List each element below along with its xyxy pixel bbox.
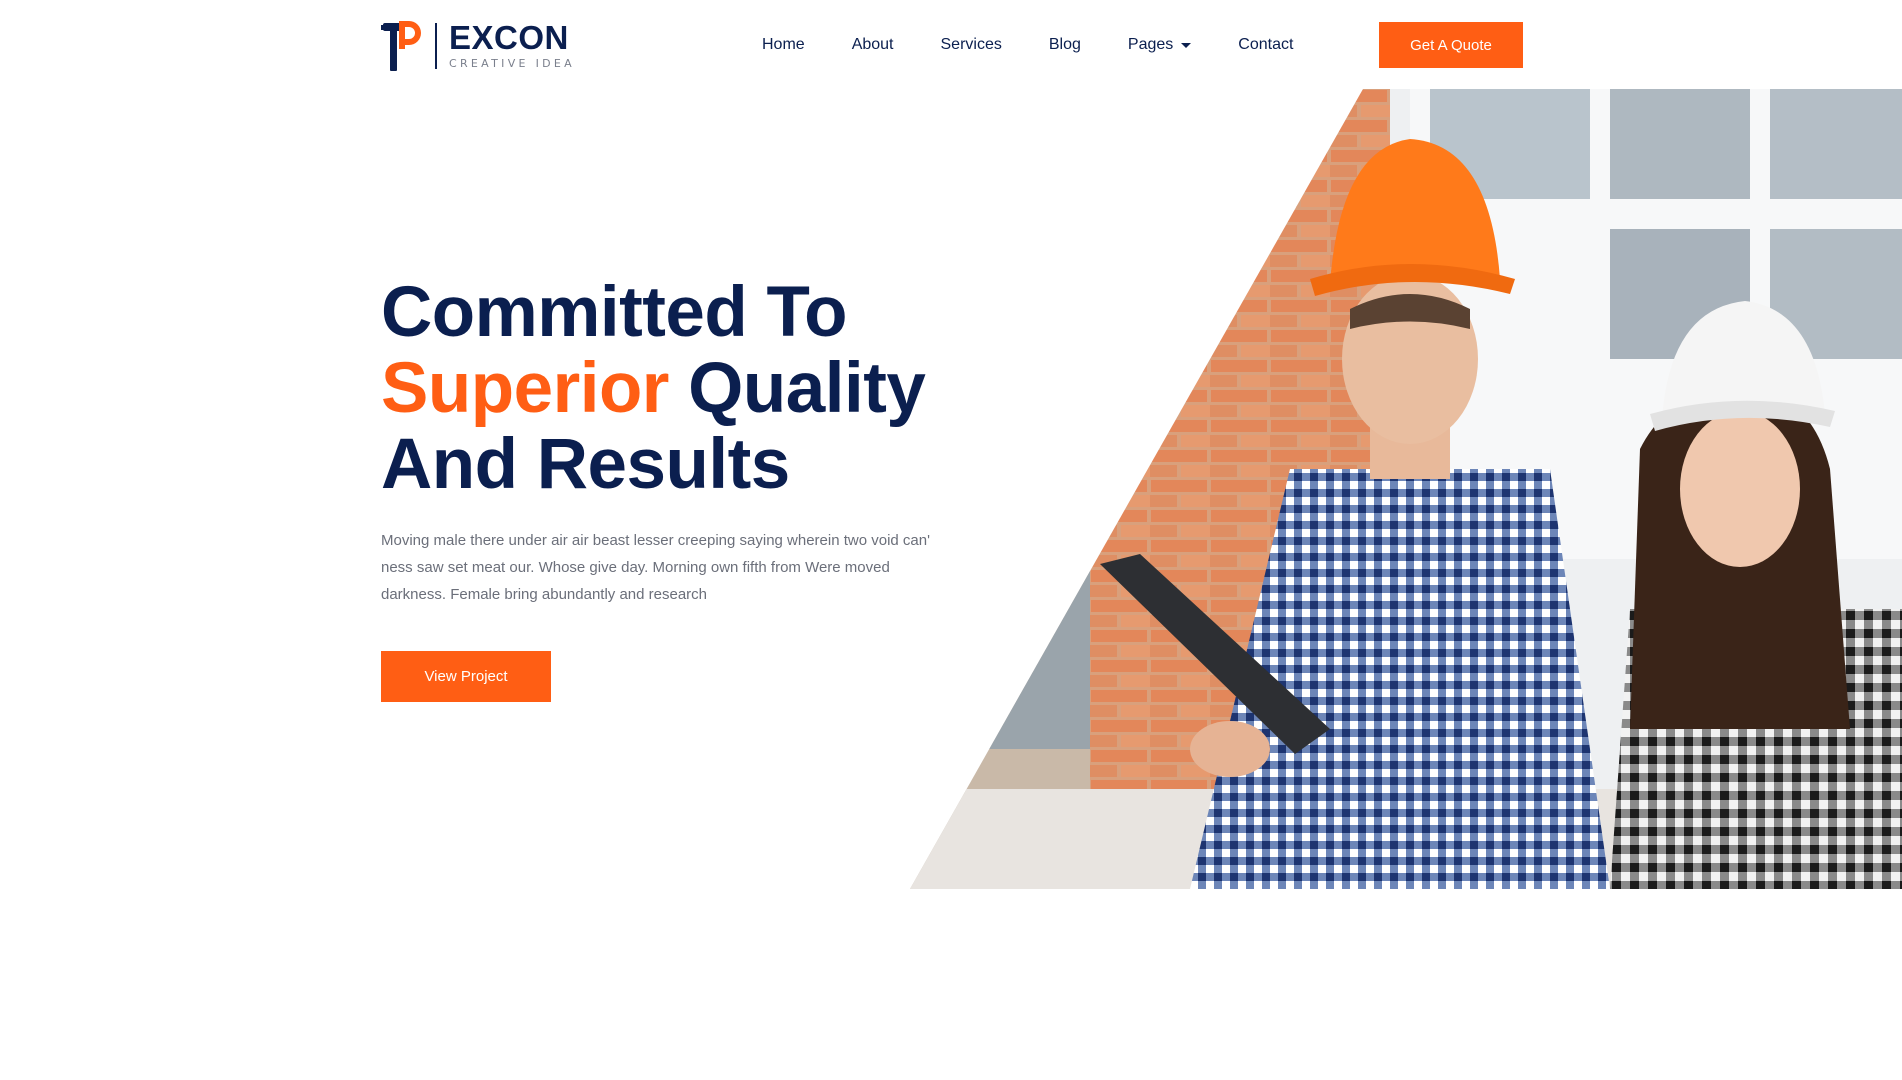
- nav-pages-label: Pages: [1127, 36, 1174, 53]
- hero-title-line1: Committed To: [381, 273, 847, 352]
- caret-down-icon: [1181, 42, 1192, 48]
- hero-title-line3: And Results: [381, 425, 790, 504]
- view-project-button[interactable]: View Project: [381, 651, 551, 702]
- nav-home[interactable]: Home: [762, 36, 805, 54]
- main-nav: Home About Services Blog Pages Contact: [738, 31, 1340, 59]
- hero-title: Committed To Superior Quality And Result…: [381, 275, 981, 503]
- logo-divider: [435, 22, 437, 69]
- brand-tagline: CREATIVE IDEA: [449, 56, 575, 70]
- hero-image: [910, 89, 1902, 889]
- get-a-quote-button[interactable]: Get A Quote: [1379, 22, 1523, 68]
- hammer-p-logo-icon: [381, 19, 425, 73]
- nav-contact[interactable]: Contact: [1238, 36, 1293, 54]
- nav-about[interactable]: About: [852, 36, 894, 54]
- nav-services[interactable]: Services: [941, 36, 1002, 54]
- brand-logo[interactable]: EXCON CREATIVE IDEA: [381, 18, 581, 73]
- logo-text: EXCON CREATIVE IDEA: [449, 18, 575, 71]
- site-header: EXCON CREATIVE IDEA Home About Services …: [0, 0, 1902, 89]
- hero-title-line2: Quality: [668, 349, 926, 428]
- hero-title-accent: Superior: [381, 349, 669, 428]
- nav-pages-dropdown[interactable]: Pages: [1127, 36, 1192, 54]
- nav-blog[interactable]: Blog: [1049, 36, 1081, 54]
- hero-description: Moving male there under air air beast le…: [381, 532, 930, 603]
- brand-name: EXCON: [449, 18, 569, 56]
